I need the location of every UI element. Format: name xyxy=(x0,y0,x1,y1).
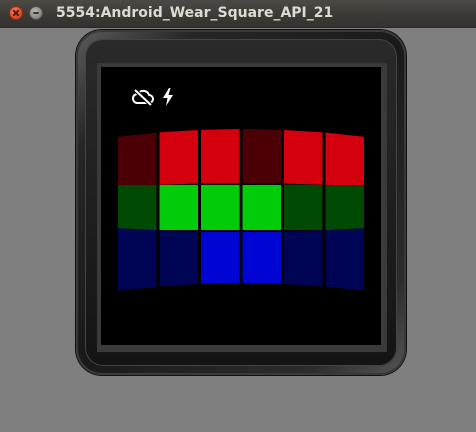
window-titlebar[interactable]: 5554:Android_Wear_Square_API_21 xyxy=(0,0,476,28)
grid-cell-blue-4 xyxy=(242,231,281,284)
grid-cell-green-5 xyxy=(284,185,323,230)
grid-cell-green-2 xyxy=(159,185,198,230)
grid-cell-red-4 xyxy=(242,129,281,184)
grid-cell-red-3 xyxy=(201,129,240,184)
grid-cell-blue-6 xyxy=(325,228,364,291)
grid-cell-red-6 xyxy=(325,132,364,187)
watch-screen[interactable] xyxy=(101,67,381,345)
grid-cell-red-5 xyxy=(284,129,323,185)
grid-cell-green-1 xyxy=(118,185,157,230)
grid-cell-green-6 xyxy=(325,185,364,230)
watch-device-frame xyxy=(76,30,406,375)
close-window-button[interactable] xyxy=(9,6,23,20)
color-grid xyxy=(118,129,364,291)
grid-cell-green-3 xyxy=(201,185,240,230)
grid-cell-green-4 xyxy=(242,185,281,230)
minimize-window-button[interactable] xyxy=(29,6,43,20)
grid-cell-red-2 xyxy=(159,129,198,185)
grid-cell-blue-5 xyxy=(284,230,323,287)
grid-cell-blue-2 xyxy=(159,230,198,287)
grid-cell-blue-3 xyxy=(201,231,240,284)
grid-cell-blue-1 xyxy=(118,228,157,291)
window-title: 5554:Android_Wear_Square_API_21 xyxy=(56,5,334,21)
grid-cell-red-1 xyxy=(118,132,157,187)
